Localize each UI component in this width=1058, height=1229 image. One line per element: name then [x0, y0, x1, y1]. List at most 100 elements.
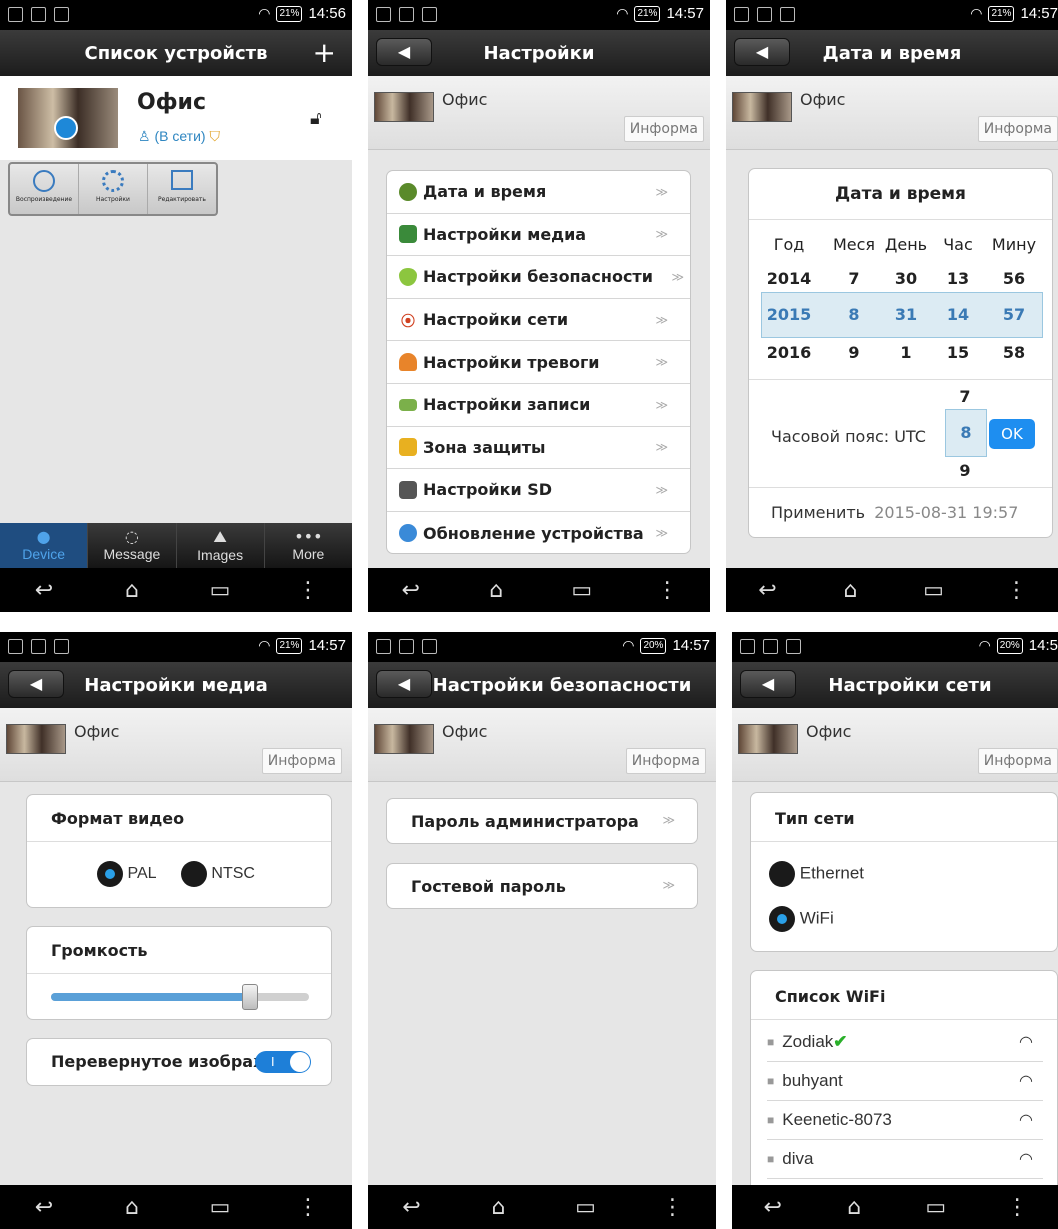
home-icon[interactable]: ⌂: [479, 1195, 519, 1220]
ntsc-radio[interactable]: [180, 861, 207, 887]
home-icon[interactable]: ⌂: [476, 578, 516, 603]
home-icon[interactable]: ⌂: [112, 578, 152, 603]
ok-button[interactable]: OK: [989, 419, 1035, 449]
tab-message[interactable]: ◌ Message: [87, 523, 175, 568]
wifi-network-item[interactable]: ■ Zodiak ✔ ◠: [767, 1023, 1043, 1062]
minute-prev[interactable]: 56: [985, 269, 1043, 288]
volume-slider[interactable]: [51, 984, 309, 1010]
timezone-next[interactable]: 9: [945, 461, 985, 480]
menu-item-alarm[interactable]: Настройки тревоги ≫: [387, 341, 690, 384]
recents-icon[interactable]: ▭: [916, 1195, 956, 1220]
menu-icon[interactable]: ⋮: [288, 1195, 328, 1220]
chevron-icon: ≫: [655, 482, 668, 497]
home-icon[interactable]: ⌂: [831, 578, 871, 603]
unlock-icon[interactable]: 🔓︎: [310, 108, 322, 129]
minute-header: Мину: [991, 235, 1037, 254]
menu-icon[interactable]: ⋮: [997, 1195, 1037, 1220]
recents-icon[interactable]: ▭: [566, 1195, 606, 1220]
menu-item-security[interactable]: Настройки безопасности ≫: [387, 256, 690, 299]
menu-item-sd[interactable]: Настройки SD ≫: [387, 469, 690, 512]
info-button[interactable]: Информа: [977, 116, 1058, 142]
menu-item-network[interactable]: ⦿ Настройки сети ≫: [387, 299, 690, 342]
menu-item-datetime[interactable]: Дата и время ≫: [387, 171, 690, 214]
hour-next[interactable]: 15: [933, 343, 983, 362]
admin-password-item[interactable]: Пароль администратора ≫: [386, 798, 698, 844]
chevron-icon: ≫: [655, 397, 668, 412]
pal-radio[interactable]: [97, 861, 123, 887]
month-next[interactable]: 9: [829, 343, 879, 362]
edit-button[interactable]: Редактировать: [148, 164, 216, 214]
timezone-prev[interactable]: 7: [945, 387, 985, 406]
day-prev[interactable]: 30: [881, 269, 931, 288]
info-button[interactable]: Информа: [623, 116, 704, 142]
minute-next[interactable]: 58: [985, 343, 1043, 362]
year-next[interactable]: 2016: [761, 343, 817, 362]
ethernet-radio[interactable]: [769, 861, 795, 887]
info-button[interactable]: Информа: [261, 748, 342, 774]
flip-image-toggle[interactable]: I: [255, 1051, 311, 1073]
menu-icon[interactable]: ⋮: [653, 1195, 693, 1220]
menu-item-update[interactable]: Обновление устройства ≫: [387, 512, 690, 553]
menu-item-recording[interactable]: Настройки записи ≫: [387, 384, 690, 427]
menu-item-media[interactable]: Настройки медиа ≫: [387, 214, 690, 257]
wifi-radio[interactable]: [769, 906, 795, 932]
menu-item-protection-zone[interactable]: Зона защиты ≫: [387, 427, 690, 470]
wifi-signal-icon: ◠: [1019, 1034, 1033, 1051]
device-name: Офис: [800, 90, 846, 109]
device-thumbnail: [732, 92, 792, 122]
recents-icon[interactable]: ▭: [200, 578, 240, 603]
recents-icon[interactable]: ▭: [914, 578, 954, 603]
clock: 14:57: [308, 637, 346, 654]
add-device-button[interactable]: +: [313, 36, 336, 69]
day-next[interactable]: 1: [881, 343, 931, 362]
device-thumbnail[interactable]: [18, 88, 118, 148]
info-button[interactable]: Информа: [625, 748, 706, 774]
system-nav-bar: ↩ ⌂ ▭ ⋮: [368, 1185, 716, 1229]
info-button[interactable]: Информа: [977, 748, 1058, 774]
clock: 14:57: [672, 637, 710, 654]
month-selected[interactable]: 8: [829, 305, 879, 324]
volume-title: Громкость: [51, 941, 148, 960]
back-icon[interactable]: ↩: [392, 1195, 432, 1220]
lock-icon: ■: [767, 1152, 775, 1166]
back-icon[interactable]: ↩: [753, 1195, 793, 1220]
back-button[interactable]: ◀: [376, 38, 432, 66]
back-button[interactable]: ◀: [8, 670, 64, 698]
menu-icon[interactable]: ⋮: [647, 578, 687, 603]
back-button[interactable]: ◀: [376, 670, 432, 698]
hour-prev[interactable]: 13: [933, 269, 983, 288]
settings-button[interactable]: Настройки: [79, 164, 148, 214]
back-icon[interactable]: ↩: [748, 578, 788, 603]
timezone-selected[interactable]: 8: [945, 409, 987, 457]
hour-selected[interactable]: 14: [933, 305, 983, 324]
back-icon[interactable]: ↩: [391, 578, 431, 603]
recents-icon[interactable]: ▭: [200, 1195, 240, 1220]
year-selected[interactable]: 2015: [761, 305, 817, 324]
guest-password-item[interactable]: Гостевой пароль ≫: [386, 863, 698, 909]
back-icon[interactable]: ↩: [24, 1195, 64, 1220]
apply-label[interactable]: Применить: [771, 503, 865, 522]
datetime-card-title: Дата и время: [835, 184, 966, 204]
recents-icon[interactable]: ▭: [562, 578, 602, 603]
tab-device[interactable]: ● Device: [0, 523, 88, 568]
wifi-network-item[interactable]: ■ diva ◠: [767, 1140, 1043, 1179]
minute-selected[interactable]: 57: [985, 305, 1043, 324]
tab-images[interactable]: ⛰ Images: [175, 523, 264, 568]
back-button[interactable]: ◀: [734, 38, 790, 66]
wifi-network-item[interactable]: ■ Keenetic-8073 ◠: [767, 1101, 1043, 1140]
back-icon[interactable]: ↩: [24, 578, 64, 603]
device-row[interactable]: Офис ♙ (В сети) ⛉ 🔓︎: [0, 76, 352, 160]
menu-icon[interactable]: ⋮: [997, 578, 1037, 603]
home-icon[interactable]: ⌂: [834, 1195, 874, 1220]
chevron-icon: ≫: [655, 526, 668, 541]
day-selected[interactable]: 31: [881, 305, 931, 324]
month-prev[interactable]: 7: [829, 269, 879, 288]
playback-button[interactable]: Воспроизведение: [10, 164, 79, 214]
tab-more[interactable]: ••• More: [263, 523, 352, 568]
wifi-network-item[interactable]: ■ buhyant ◠: [767, 1062, 1043, 1101]
year-prev[interactable]: 2014: [761, 269, 817, 288]
volume-slider-thumb[interactable]: [241, 984, 258, 1010]
back-button[interactable]: ◀: [740, 670, 796, 698]
home-icon[interactable]: ⌂: [112, 1195, 152, 1220]
menu-icon[interactable]: ⋮: [288, 578, 328, 603]
